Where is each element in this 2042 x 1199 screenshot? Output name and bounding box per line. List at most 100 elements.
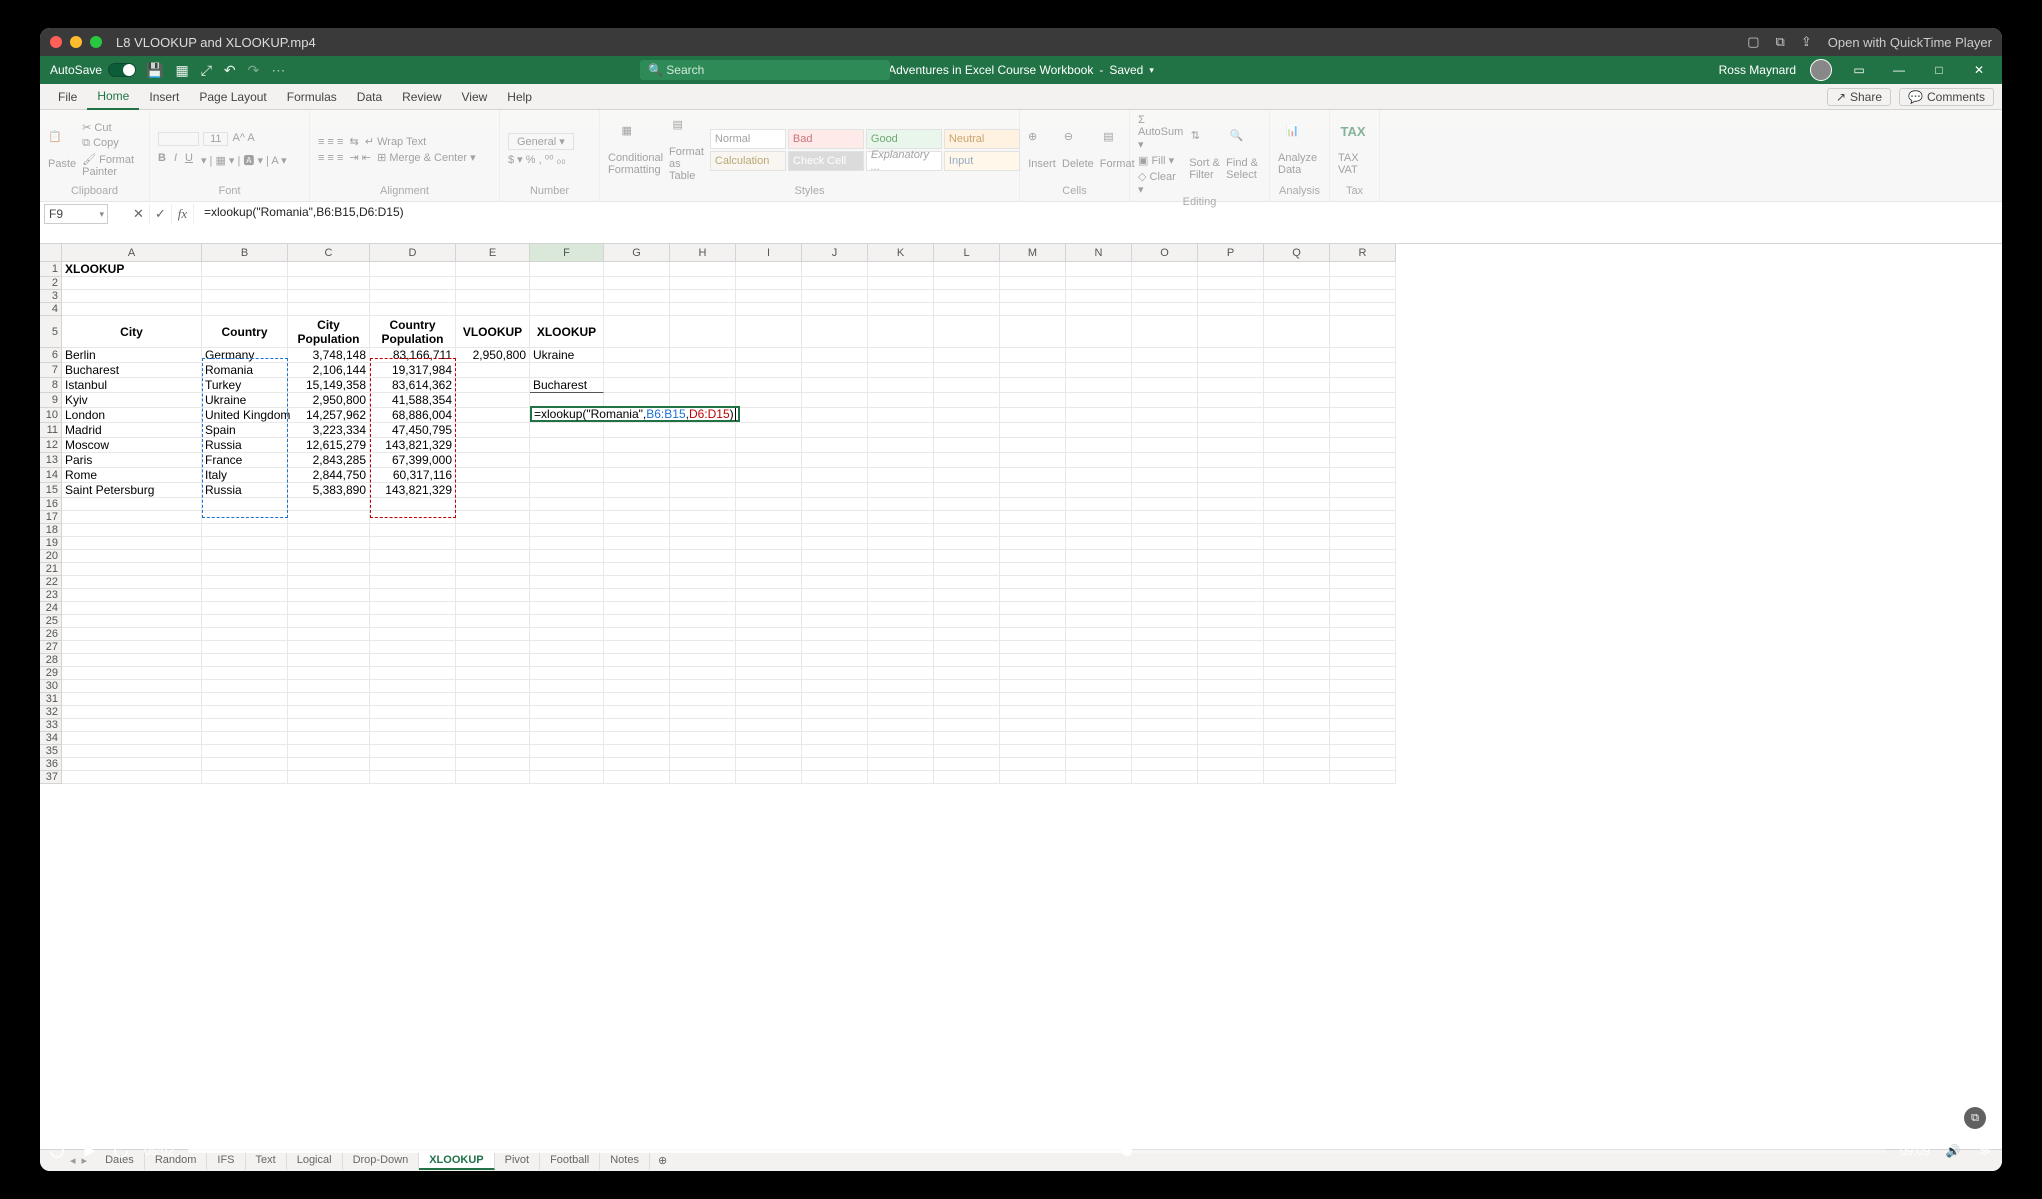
cell-J33[interactable] xyxy=(802,719,868,732)
wrap-text-button[interactable]: ↵ Wrap Text xyxy=(365,136,426,148)
cell-Q31[interactable] xyxy=(1264,693,1330,706)
style-neutral[interactable]: Neutral xyxy=(944,129,1020,149)
cell-M20[interactable] xyxy=(1000,550,1066,563)
cell-N4[interactable] xyxy=(1066,303,1132,316)
cell-E14[interactable] xyxy=(456,468,530,483)
cell-C24[interactable] xyxy=(288,602,370,615)
qa-icon-1[interactable]: ▦ xyxy=(175,62,188,79)
cell-C22[interactable] xyxy=(288,576,370,589)
ribbon-tab-data[interactable]: Data xyxy=(347,84,392,110)
cell-M19[interactable] xyxy=(1000,537,1066,550)
cell-L33[interactable] xyxy=(934,719,1000,732)
cell-J29[interactable] xyxy=(802,667,868,680)
cell-F15[interactable] xyxy=(530,483,604,498)
cell-R25[interactable] xyxy=(1330,615,1396,628)
cell-I24[interactable] xyxy=(736,602,802,615)
cell-N12[interactable] xyxy=(1066,438,1132,453)
cell-G11[interactable] xyxy=(604,423,670,438)
cell-I11[interactable] xyxy=(736,423,802,438)
cell-B24[interactable] xyxy=(202,602,288,615)
cell-H26[interactable] xyxy=(670,628,736,641)
cell-Q25[interactable] xyxy=(1264,615,1330,628)
cell-O8[interactable] xyxy=(1132,378,1198,393)
cell-C14[interactable]: 2,844,750 xyxy=(288,468,370,483)
cell-O11[interactable] xyxy=(1132,423,1198,438)
cell-G31[interactable] xyxy=(604,693,670,706)
cell-D15[interactable]: 143,821,329 xyxy=(370,483,456,498)
cell-A10[interactable]: London xyxy=(62,408,202,423)
cell-A6[interactable]: Berlin xyxy=(62,348,202,363)
cell-M4[interactable] xyxy=(1000,303,1066,316)
cell-A18[interactable] xyxy=(62,524,202,537)
cell-E18[interactable] xyxy=(456,524,530,537)
row-header-11[interactable]: 11 xyxy=(40,423,62,438)
cell-E33[interactable] xyxy=(456,719,530,732)
cell-I29[interactable] xyxy=(736,667,802,680)
ribbon-tab-review[interactable]: Review xyxy=(392,84,451,110)
cell-J11[interactable] xyxy=(802,423,868,438)
cell-D27[interactable] xyxy=(370,641,456,654)
cell-K25[interactable] xyxy=(868,615,934,628)
row-header-2[interactable]: 2 xyxy=(40,277,62,290)
cell-A12[interactable]: Moscow xyxy=(62,438,202,453)
row-header-31[interactable]: 31 xyxy=(40,693,62,706)
cell-I33[interactable] xyxy=(736,719,802,732)
cell-C15[interactable]: 5,383,890 xyxy=(288,483,370,498)
cell-I22[interactable] xyxy=(736,576,802,589)
cell-E34[interactable] xyxy=(456,732,530,745)
cell-edit-overlay[interactable]: =xlookup("Romania",B6:B15,D6:D15) xyxy=(530,406,740,422)
cell-A32[interactable] xyxy=(62,706,202,719)
cell-C26[interactable] xyxy=(288,628,370,641)
cell-J16[interactable] xyxy=(802,498,868,511)
cell-F37[interactable] xyxy=(530,771,604,784)
cell-G18[interactable] xyxy=(604,524,670,537)
user-avatar[interactable] xyxy=(1810,59,1832,81)
cell-O12[interactable] xyxy=(1132,438,1198,453)
row-header-26[interactable]: 26 xyxy=(40,628,62,641)
cell-G33[interactable] xyxy=(604,719,670,732)
cell-B31[interactable] xyxy=(202,693,288,706)
cell-P7[interactable] xyxy=(1198,363,1264,378)
cell-Q4[interactable] xyxy=(1264,303,1330,316)
cell-A7[interactable]: Bucharest xyxy=(62,363,202,378)
cell-M11[interactable] xyxy=(1000,423,1066,438)
cell-E1[interactable] xyxy=(456,262,530,277)
cell-M14[interactable] xyxy=(1000,468,1066,483)
cell-G37[interactable] xyxy=(604,771,670,784)
cell-M2[interactable] xyxy=(1000,277,1066,290)
cell-M25[interactable] xyxy=(1000,615,1066,628)
cell-K35[interactable] xyxy=(868,745,934,758)
cell-O20[interactable] xyxy=(1132,550,1198,563)
cell-R26[interactable] xyxy=(1330,628,1396,641)
cell-F34[interactable] xyxy=(530,732,604,745)
cell-G17[interactable] xyxy=(604,511,670,524)
row-header-30[interactable]: 30 xyxy=(40,680,62,693)
cell-J34[interactable] xyxy=(802,732,868,745)
cell-F18[interactable] xyxy=(530,524,604,537)
cell-R34[interactable] xyxy=(1330,732,1396,745)
cell-L27[interactable] xyxy=(934,641,1000,654)
cell-J2[interactable] xyxy=(802,277,868,290)
cell-G27[interactable] xyxy=(604,641,670,654)
cell-Q28[interactable] xyxy=(1264,654,1330,667)
row-header-16[interactable]: 16 xyxy=(40,498,62,511)
cell-H35[interactable] xyxy=(670,745,736,758)
select-all-corner[interactable] xyxy=(40,244,62,262)
cell-K7[interactable] xyxy=(868,363,934,378)
cell-G22[interactable] xyxy=(604,576,670,589)
cell-A37[interactable] xyxy=(62,771,202,784)
row-header-27[interactable]: 27 xyxy=(40,641,62,654)
airplay-icon[interactable]: ▢ xyxy=(1747,34,1759,50)
cell-L22[interactable] xyxy=(934,576,1000,589)
cell-N35[interactable] xyxy=(1066,745,1132,758)
cell-J6[interactable] xyxy=(802,348,868,363)
cell-N17[interactable] xyxy=(1066,511,1132,524)
row-header-37[interactable]: 37 xyxy=(40,771,62,784)
cell-E27[interactable] xyxy=(456,641,530,654)
cell-D35[interactable] xyxy=(370,745,456,758)
cell-F14[interactable] xyxy=(530,468,604,483)
cell-P25[interactable] xyxy=(1198,615,1264,628)
row-header-6[interactable]: 6 xyxy=(40,348,62,363)
cell-C33[interactable] xyxy=(288,719,370,732)
delete-cells-button[interactable]: ⊖Delete xyxy=(1062,130,1094,170)
